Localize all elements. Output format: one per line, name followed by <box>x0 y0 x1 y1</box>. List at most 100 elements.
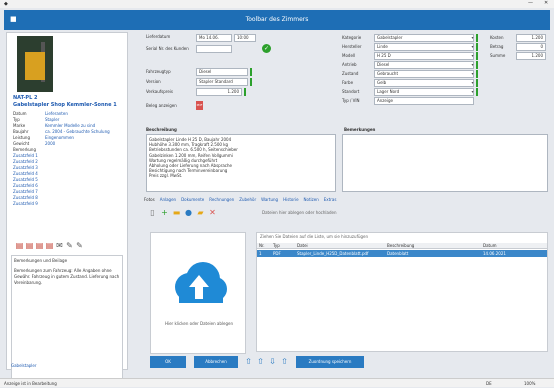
property-field[interactable]: Linde <box>374 43 474 51</box>
export-icon[interactable]: ▤ <box>45 241 54 250</box>
chevron-down-icon[interactable]: ▾ <box>470 71 475 77</box>
delete-icon[interactable]: ✕ <box>208 208 217 217</box>
table-cell: 1 <box>259 251 262 256</box>
assign-button[interactable]: Zuordnung speichern <box>296 356 364 368</box>
grid-column-header[interactable]: Beschreibung <box>387 243 414 249</box>
dialog-title: Toolbar des Zimmers <box>245 16 309 23</box>
mail-icon[interactable]: ✉ <box>55 241 64 250</box>
price-valid-indicator <box>244 88 246 96</box>
delivery-date-field[interactable]: Mo 14.06. <box>196 34 232 42</box>
print-label-icon[interactable]: ▤ <box>35 241 44 250</box>
tab-8[interactable]: Extras <box>324 197 337 202</box>
remarks-memo[interactable] <box>342 134 548 192</box>
vehicle-photo[interactable] <box>17 36 53 92</box>
cost-label: Kosten <box>490 35 504 40</box>
detail-value: 2000 <box>45 141 56 146</box>
attachments-grid: Ziehen Sie Dateien auf die Liste, um sie… <box>256 232 548 352</box>
upload-icon[interactable]: ⇧ <box>244 357 253 366</box>
extra-fields-list: Zusatzfeld 1 Zusatzfeld 2 Zusatzfeld 3 Zusa… <box>13 153 38 207</box>
version-valid-indicator <box>250 78 252 86</box>
upload-dropzone[interactable]: Hier klicken oder Dateien ablegen <box>150 232 246 354</box>
notes-box[interactable]: Bemerkungen und Beilage Bemerkungen zum … <box>11 255 123 379</box>
cost-field[interactable]: 0 <box>516 43 546 51</box>
left-toolbar: ▤ ▤ ▤ ▤ ✉ ✎ ✎ <box>15 241 105 251</box>
property-field[interactable]: Diesel <box>374 61 474 69</box>
grid-column-header[interactable]: Datum <box>483 243 497 249</box>
type-select[interactable]: Diesel <box>196 68 248 76</box>
info-icon[interactable]: ● <box>184 208 193 217</box>
print-list-icon[interactable]: ▤ <box>25 241 34 250</box>
print-icon[interactable]: ▤ <box>15 241 24 250</box>
property-field[interactable]: H 25 D <box>374 52 474 60</box>
cost-field[interactable]: 1.200 <box>516 52 546 60</box>
tab-0[interactable]: Fotos <box>144 197 155 202</box>
tab-5[interactable]: Wartung <box>261 197 278 202</box>
document-link[interactable]: Beleg anzeigen <box>146 103 177 109</box>
status-bar: Anzeige ist in Bearbeitung DE 100% <box>0 378 554 387</box>
top-bar: ◆ — ✕ <box>0 0 554 8</box>
table-cell: Stapler_Linde_H25D_Datenblatt.pdf <box>297 251 369 256</box>
price-label: Verkaufspreis <box>146 89 174 94</box>
table-row[interactable]: 1 PDF Stapler_Linde_H25D_Datenblatt.pdf Dat… <box>257 250 547 257</box>
chevron-down-icon[interactable]: ▾ <box>470 89 475 95</box>
attach-icon[interactable]: ✎ <box>75 241 84 250</box>
extra-field[interactable]: Zusatzfeld 9 <box>13 201 38 207</box>
version-label: Version <box>146 79 161 84</box>
tab-2[interactable]: Dokumente <box>181 197 204 202</box>
delivery-time-field[interactable]: 10:00 <box>234 34 256 42</box>
type-valid-indicator <box>250 68 252 76</box>
price-field[interactable]: 1.200 <box>196 88 242 96</box>
property-valid-indicator <box>476 88 478 96</box>
serial-field[interactable] <box>196 45 232 53</box>
tab-6[interactable]: Historie <box>283 197 298 202</box>
tools-icon[interactable]: ✎ <box>65 241 74 250</box>
notes-text: Bemerkungen zum Fahrzeug: Alle Angaben o… <box>14 268 120 285</box>
tab-1[interactable]: Anlagen <box>160 197 176 202</box>
chevron-down-icon[interactable]: ▾ <box>470 53 475 59</box>
close-icon[interactable]: ✕ <box>544 0 548 6</box>
property-field[interactable]: Lager Nord <box>374 88 474 96</box>
folder-icon[interactable]: ▬ <box>172 208 181 217</box>
grid-column-header[interactable]: Datei <box>297 243 308 249</box>
cancel-button[interactable]: Abbrechen <box>194 356 238 368</box>
property-label: Zustand <box>342 71 359 76</box>
tab-7[interactable]: Notizen <box>304 197 319 202</box>
type-label: Fahrzeugtyp <box>146 69 171 74</box>
edit-icon[interactable]: ▰ <box>196 208 205 217</box>
chevron-down-icon[interactable]: ▾ <box>470 44 475 50</box>
footer-link[interactable]: Gabelstapler <box>11 363 37 369</box>
ok-button[interactable]: OK <box>150 356 186 368</box>
chevron-down-icon[interactable]: ▾ <box>470 80 475 86</box>
minimize-icon[interactable]: — <box>528 0 533 6</box>
pdf-icon[interactable]: PDF <box>196 101 203 110</box>
chevron-down-icon[interactable]: ▾ <box>470 35 475 41</box>
vehicle-summary-panel: NAT-PL 2 Gabelstapler Shop Kemmler-Sonne… <box>6 32 128 379</box>
version-select[interactable]: Stapler Standard Version <box>196 78 248 86</box>
upload-all-icon[interactable]: ⇧ <box>256 357 265 366</box>
serial-label: Serial Nr. des Kunden <box>146 46 189 51</box>
description-title: Beschreibung <box>146 127 177 132</box>
tab-4[interactable]: Zubehör <box>239 197 256 202</box>
grid-info: Ziehen Sie Dateien auf die Liste, um sie… <box>260 234 369 239</box>
property-valid-indicator <box>476 52 478 60</box>
description-memo[interactable]: Gabelstapler Linde H 25 D, Baujahr 2004 H… <box>146 134 336 192</box>
property-field[interactable]: Anzeige <box>374 97 474 105</box>
chevron-down-icon[interactable]: ▾ <box>470 62 475 68</box>
property-field[interactable]: Gabelstapler <box>374 34 474 42</box>
download-icon[interactable]: ⇩ <box>268 357 277 366</box>
share-icon[interactable]: ⇧ <box>280 357 289 366</box>
new-file-icon[interactable]: ▯ <box>148 208 157 217</box>
confirm-icon[interactable]: ✓ <box>262 44 271 53</box>
add-icon[interactable]: + <box>160 208 169 217</box>
cost-field[interactable]: 1.200 <box>516 34 546 42</box>
tab-3[interactable]: Rechnungen <box>209 197 234 202</box>
property-valid-indicator <box>476 79 478 87</box>
property-label: Modell <box>342 53 356 58</box>
property-label: Farbe <box>342 80 354 85</box>
property-field[interactable]: Gebraucht <box>374 70 474 78</box>
grid-column-header[interactable]: Typ <box>273 243 280 249</box>
cost-label: Betrag <box>490 44 504 49</box>
delivery-label: Lieferdatum <box>146 34 171 39</box>
property-field[interactable]: Gelb <box>374 79 474 87</box>
grid-column-header[interactable]: Nr. <box>259 243 265 249</box>
